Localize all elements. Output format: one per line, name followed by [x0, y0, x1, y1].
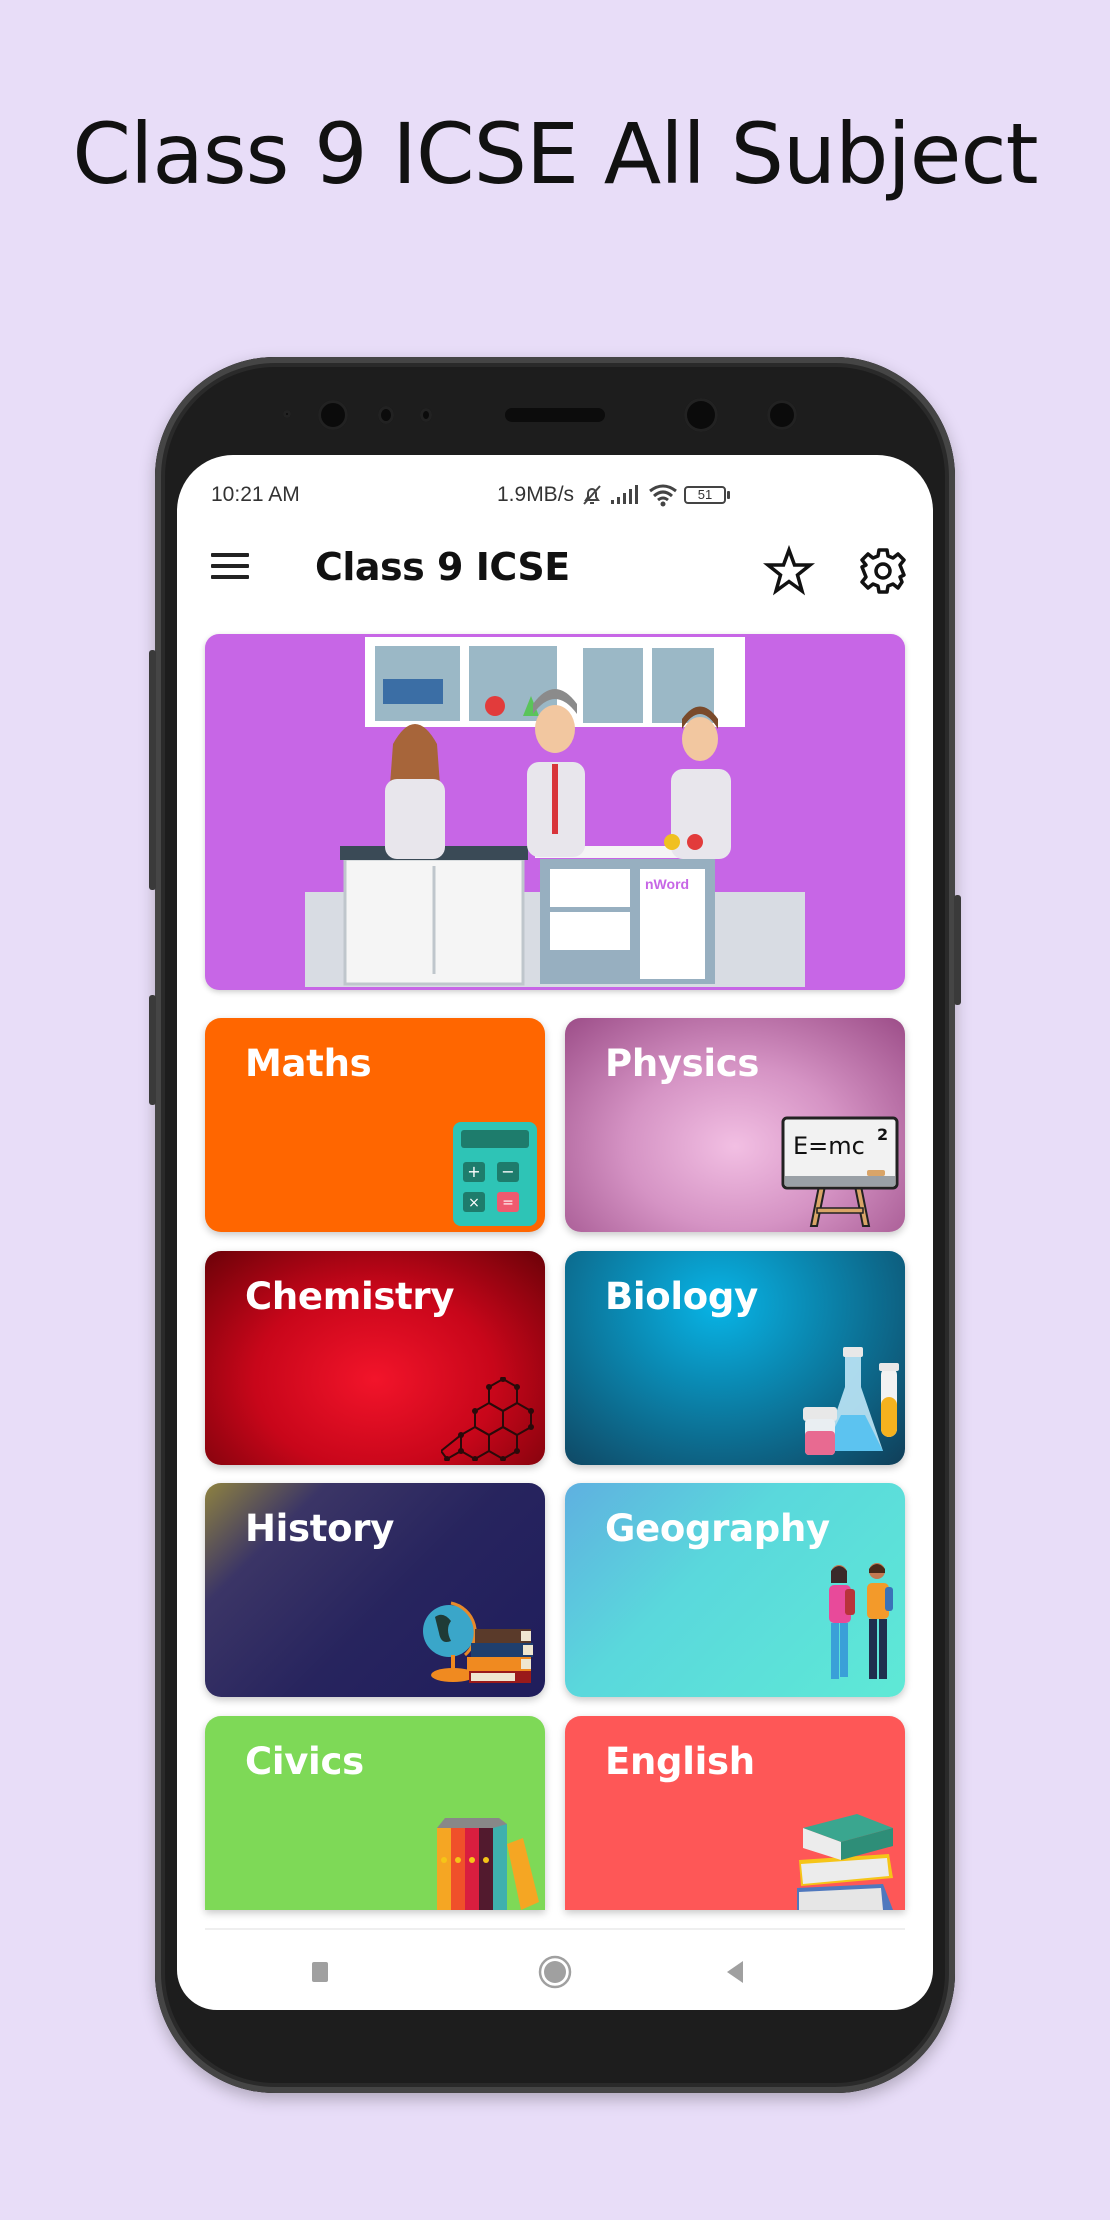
- battery-tip: [727, 491, 731, 499]
- star-icon: [763, 544, 815, 596]
- subject-card-maths[interactable]: Maths + − × =: [205, 1018, 545, 1232]
- book-row-icon: [437, 1818, 539, 1910]
- recents-square-icon: [312, 1962, 328, 1982]
- app-screen: 10:21 AM 1.9MB/s 51 Class 9 ICSE nWord M…: [177, 455, 933, 2010]
- settings-button[interactable]: [857, 545, 909, 597]
- promo-headline: Class 9 ICSE All Subject: [72, 105, 1038, 203]
- subject-card-english[interactable]: English: [565, 1716, 905, 1910]
- molecule-hexagon-icon: [441, 1377, 534, 1461]
- status-bar: 10:21 AM 1.9MB/s 51: [177, 483, 933, 523]
- phone-side-button: [954, 895, 961, 1005]
- back-triangle-icon: [727, 1961, 743, 1983]
- subject-card-history[interactable]: History: [205, 1483, 545, 1697]
- calculator-icon: + − × =: [453, 1122, 537, 1226]
- svg-text:×: ×: [468, 1195, 480, 1211]
- earpiece-speaker: [505, 408, 605, 422]
- phone-side-button: [149, 650, 156, 890]
- subject-label: History: [245, 1507, 395, 1550]
- battery-indicator: 51: [684, 486, 731, 504]
- svg-text:−: −: [501, 1162, 514, 1181]
- lab-flask-icon: [803, 1347, 899, 1455]
- subject-label: Geography: [605, 1507, 830, 1550]
- svg-text:=: =: [502, 1195, 514, 1211]
- gear-icon: [860, 548, 906, 594]
- subject-label: English: [605, 1740, 755, 1783]
- subject-card-geography[interactable]: Geography: [565, 1483, 905, 1697]
- favorites-button[interactable]: [763, 544, 815, 597]
- status-time: 10:21 AM: [211, 483, 300, 506]
- globe-books-icon: [423, 1601, 533, 1683]
- signal-icon: [611, 485, 639, 504]
- lab-scientists-illustration: nWord: [305, 637, 805, 987]
- featured-banner[interactable]: nWord: [205, 634, 905, 990]
- subject-label: Physics: [605, 1042, 760, 1085]
- front-sensor: [378, 406, 394, 424]
- bell-muted-icon: [583, 485, 601, 505]
- blackboard-emc2-icon: E=mc 2: [781, 1116, 899, 1227]
- subject-label: Maths: [245, 1042, 372, 1085]
- battery-level: 51: [684, 486, 727, 504]
- front-camera: [684, 398, 718, 432]
- board-formula: E=mc: [793, 1132, 865, 1160]
- subject-card-biology[interactable]: Biology: [565, 1251, 905, 1465]
- subject-label: Civics: [245, 1740, 364, 1783]
- wifi-icon: [649, 484, 677, 507]
- home-circle-icon: [538, 1955, 572, 1989]
- front-sensor: [283, 410, 291, 418]
- board-superscript: 2: [877, 1125, 888, 1144]
- home-button[interactable]: [535, 1952, 575, 1992]
- app-toolbar: Class 9 ICSE: [177, 533, 933, 599]
- front-sensor: [420, 408, 432, 422]
- banner-watermark: nWord: [645, 876, 689, 892]
- subject-label: Chemistry: [245, 1275, 455, 1318]
- subject-card-chemistry[interactable]: Chemistry: [205, 1251, 545, 1465]
- subject-card-physics[interactable]: Physics E=mc 2: [565, 1018, 905, 1232]
- students-icon: [829, 1563, 893, 1679]
- nav-divider: [205, 1928, 905, 1930]
- back-button[interactable]: [715, 1952, 755, 1992]
- hamburger-menu-icon[interactable]: [211, 553, 249, 581]
- recents-button[interactable]: [301, 1952, 341, 1992]
- subject-card-civics[interactable]: Civics: [205, 1716, 545, 1910]
- phone-side-button: [149, 995, 156, 1105]
- network-speed: 1.9MB/s: [497, 483, 575, 506]
- front-camera: [318, 400, 348, 430]
- subject-label: Biology: [605, 1275, 758, 1318]
- front-camera: [767, 400, 797, 430]
- svg-text:+: +: [467, 1162, 480, 1181]
- book-stack-icon: [797, 1814, 893, 1910]
- app-title: Class 9 ICSE: [315, 545, 570, 589]
- system-nav-bar: [177, 1940, 933, 2010]
